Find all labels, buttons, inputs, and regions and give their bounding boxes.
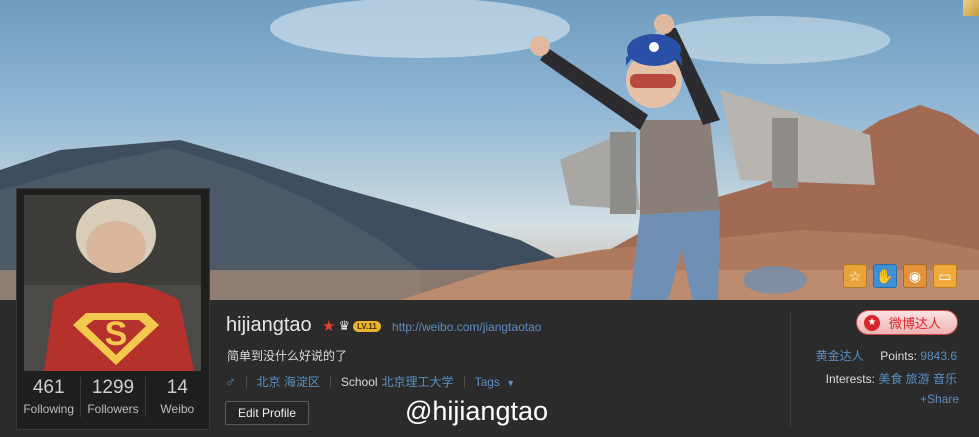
svg-text:S: S — [105, 315, 128, 353]
interests-value[interactable]: 美食 旅游 音乐 — [878, 372, 957, 386]
profile-intro: 简单到没什么好说的了 — [227, 349, 348, 363]
followers-count: 1299 — [91, 377, 135, 398]
daren-title-link[interactable]: 黄金达人 — [816, 349, 864, 363]
profile-url-link[interactable]: http://weibo.com/jiangtaotao — [392, 320, 541, 334]
interests-row: Interests: 美食 旅游 音乐 — [826, 370, 957, 387]
daren-button-label: 微博达人 — [888, 316, 941, 331]
followers-label: Followers — [87, 402, 139, 416]
stat-following[interactable]: 461 Following — [17, 377, 82, 417]
stat-weibo[interactable]: 14 Weibo — [146, 377, 209, 417]
points-value[interactable]: 9843.6 — [920, 349, 957, 363]
avatar-image: S — [24, 195, 201, 371]
points-row: 黄金达人 Points: 9843.6 — [816, 347, 957, 364]
weibo-count: 14 — [166, 377, 188, 398]
weibo-daren-button[interactable]: ★ 微博达人 — [856, 310, 958, 335]
interests-label: Interests: — [825, 372, 875, 386]
divider — [790, 310, 791, 428]
avatar[interactable]: S — [24, 195, 201, 371]
chevron-down-icon: ▼ — [506, 377, 516, 388]
stats-row: 461 Following 1299 Followers 14 Weibo — [17, 377, 209, 417]
hand-badge-icon[interactable]: ✋ — [873, 264, 897, 288]
divider — [329, 375, 331, 388]
divider — [463, 375, 465, 388]
location-badge-icon[interactable]: ◉ — [903, 264, 927, 288]
watermark: @hijiangtao — [405, 396, 549, 426]
school-label: School — [340, 374, 378, 389]
weibo-label: Weibo — [160, 402, 195, 416]
avatar-card: S 461 Following 1299 Followers 14 Weibo — [16, 188, 210, 430]
share-link[interactable]: +Share — [920, 392, 959, 406]
corner-fold-icon[interactable] — [963, 0, 979, 16]
tags-dropdown[interactable]: Tags ▼ — [475, 375, 516, 389]
male-icon: ♂ — [225, 373, 236, 390]
chat-badge-icon[interactable]: ▭ — [933, 264, 957, 288]
username[interactable]: hijiangtao — [226, 314, 312, 337]
level-badge[interactable]: LV.11 — [353, 320, 381, 332]
profile-info-row: ♂ 北京 海淀区 School 北京理工大学 Tags ▼ — [225, 373, 515, 390]
location-link[interactable]: 北京 海淀区 — [257, 373, 320, 390]
daren-star-icon: ★ — [864, 315, 880, 331]
edit-profile-button[interactable]: Edit Profile — [225, 401, 309, 425]
verified-star-icon[interactable]: ★ — [322, 317, 335, 335]
school-link[interactable]: 北京理工大学 — [382, 373, 454, 390]
tags-label: Tags — [474, 374, 500, 389]
user-icons: ★ ♛ LV.11 — [322, 317, 381, 335]
crown-icon[interactable]: ♛ — [338, 318, 350, 334]
badge-list: ☆ ✋ ◉ ▭ — [843, 264, 957, 288]
stat-followers[interactable]: 1299 Followers — [81, 377, 146, 417]
star-badge-icon[interactable]: ☆ — [843, 264, 867, 288]
divider — [245, 375, 247, 388]
following-label: Following — [23, 402, 75, 416]
points-label: Points: — [880, 349, 917, 363]
following-count: 461 — [32, 377, 65, 398]
